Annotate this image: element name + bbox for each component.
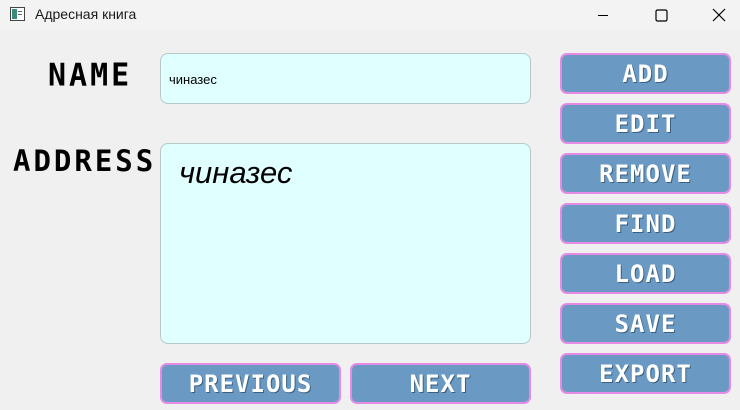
close-button[interactable] <box>696 0 740 30</box>
minimize-button[interactable] <box>580 0 626 30</box>
edit-button[interactable]: EDIT <box>560 103 731 144</box>
next-button[interactable]: NEXT <box>350 363 531 404</box>
title-bar[interactable]: Адресная книга <box>0 0 740 30</box>
name-label: NAME <box>48 57 133 94</box>
address-label: ADDRESS <box>13 144 157 178</box>
minimize-icon <box>598 15 608 16</box>
maximize-button[interactable] <box>638 0 684 30</box>
remove-button[interactable]: REMOVE <box>560 153 731 194</box>
address-book-icon <box>10 7 25 21</box>
name-input[interactable]: чиназес <box>160 53 531 104</box>
load-button[interactable]: LOAD <box>560 253 731 294</box>
find-button[interactable]: FIND <box>560 203 731 244</box>
maximize-icon <box>654 8 668 22</box>
address-textarea[interactable]: чиназес <box>160 143 531 344</box>
save-button[interactable]: SAVE <box>560 303 731 344</box>
add-button[interactable]: ADD <box>560 53 731 94</box>
address-book-window: Адресная книга NAME ADDRESS чиназес чина… <box>0 0 740 410</box>
export-button[interactable]: EXPORT <box>560 353 731 394</box>
close-icon <box>712 8 726 22</box>
previous-button[interactable]: PREVIOUS <box>160 363 341 404</box>
window-title: Адресная книга <box>35 6 137 22</box>
